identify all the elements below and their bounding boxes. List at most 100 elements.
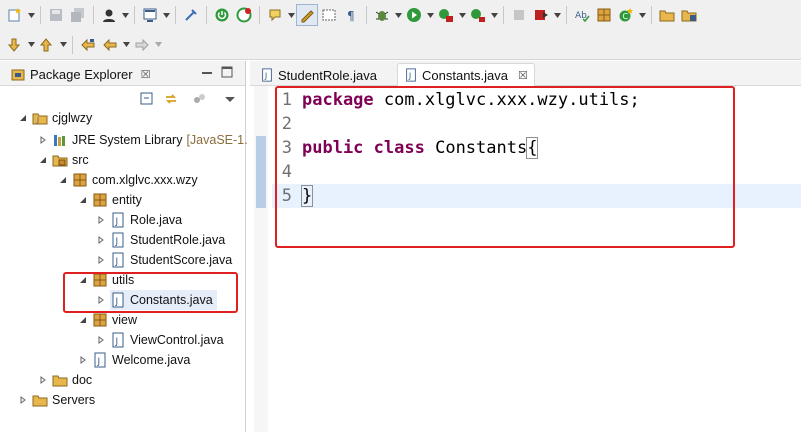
new-class-icon[interactable]: C <box>615 4 637 26</box>
toolbar-separator <box>651 6 652 24</box>
tree-item-view[interactable]: view <box>77 310 137 330</box>
new-wizard-icon[interactable] <box>4 4 26 26</box>
main-toolbar: ¶ Ab C <box>0 0 801 30</box>
tree-item-project[interactable]: J cjglwzy <box>17 108 92 128</box>
chevron-down-icon[interactable] <box>425 4 435 26</box>
chevron-down-icon[interactable] <box>58 34 68 56</box>
collapsed-arrow-icon[interactable] <box>77 354 89 366</box>
tab-constants-java[interactable]: J Constants.java ☒ <box>397 63 535 87</box>
expanded-arrow-icon[interactable] <box>77 314 89 326</box>
chevron-down-icon[interactable] <box>393 4 403 26</box>
chevron-down-icon[interactable] <box>120 4 130 26</box>
tree-item-role-java[interactable]: J Role.java <box>95 210 182 230</box>
chevron-down-icon[interactable] <box>637 4 647 26</box>
expanded-arrow-icon[interactable] <box>37 154 49 166</box>
chevron-down-icon[interactable] <box>161 4 171 26</box>
code-editor[interactable]: 1 2 3 4 5 package com.xlglvc.xxx.wzy.uti… <box>250 86 801 432</box>
collapsed-arrow-icon[interactable] <box>95 234 107 246</box>
java-file-icon: J <box>110 212 126 228</box>
perspective-icon[interactable] <box>98 4 120 26</box>
save-all-icon[interactable] <box>67 4 89 26</box>
run-ext-icon[interactable] <box>211 4 233 26</box>
view-menu-icon[interactable] <box>222 91 238 107</box>
last-edit-icon[interactable] <box>77 34 99 56</box>
chevron-down-icon[interactable] <box>26 4 36 26</box>
refresh-badge-icon[interactable] <box>233 4 255 26</box>
collapsed-arrow-icon[interactable] <box>37 374 49 386</box>
package-explorer-tabbar: Package Explorer ☒ <box>0 61 245 86</box>
package-icon <box>92 192 108 208</box>
expanded-arrow-icon[interactable] <box>77 194 89 206</box>
back-icon[interactable] <box>99 34 121 56</box>
view-options-icon[interactable] <box>192 91 208 107</box>
package-explorer-title: Package Explorer <box>30 67 133 82</box>
tree-item-label: StudentRole.java <box>130 233 226 247</box>
prev-annotation-icon[interactable] <box>36 34 58 56</box>
debug-icon[interactable] <box>371 4 393 26</box>
highlight-box <box>63 272 238 313</box>
run-last-icon[interactable] <box>530 4 552 26</box>
chevron-down-icon[interactable] <box>489 4 499 26</box>
tree-item-jre[interactable]: JRE System Library [JavaSE-1. <box>37 130 248 150</box>
chevron-down-icon[interactable] <box>26 34 36 56</box>
pin-icon[interactable] <box>180 4 202 26</box>
chevron-down-icon[interactable] <box>457 4 467 26</box>
collapsed-arrow-icon[interactable] <box>95 254 107 266</box>
tree-item-studentscore-java[interactable]: J StudentScore.java <box>95 250 232 270</box>
collapse-all-icon[interactable] <box>139 91 155 107</box>
highlight-box <box>275 86 735 248</box>
package-icon <box>72 172 88 188</box>
java-file-icon: J <box>110 332 126 348</box>
tree-item-package-root[interactable]: com.xlglvc.xxx.wzy <box>57 170 198 190</box>
collapsed-arrow-icon[interactable] <box>95 214 107 226</box>
tree-item-studentrole-java[interactable]: J StudentRole.java <box>95 230 225 250</box>
external-tools-icon[interactable] <box>467 4 489 26</box>
source-folder-icon <box>52 152 68 168</box>
package-icon[interactable] <box>593 4 615 26</box>
tree-item-entity[interactable]: entity <box>77 190 142 210</box>
ruler-highlight <box>256 136 266 208</box>
tree-item-src[interactable]: src <box>37 150 89 170</box>
coverage-icon[interactable] <box>435 4 457 26</box>
console-icon[interactable] <box>139 4 161 26</box>
folder-icon <box>32 392 48 408</box>
forward-icon[interactable] <box>131 34 153 56</box>
chevron-down-icon[interactable] <box>121 34 131 56</box>
open-folder-icon[interactable] <box>656 4 678 26</box>
run-icon[interactable] <box>403 4 425 26</box>
stop-icon[interactable] <box>508 4 530 26</box>
tree-item-doc[interactable]: doc <box>37 370 92 390</box>
close-icon[interactable]: ☒ <box>518 69 528 82</box>
close-icon[interactable]: ☒ <box>141 68 151 81</box>
package-explorer-icon <box>11 69 25 80</box>
tree-item-servers[interactable]: Servers <box>17 390 95 410</box>
tree-item-viewcontrol-java[interactable]: J ViewControl.java <box>95 330 224 350</box>
mark-occurrences-icon[interactable] <box>296 4 318 26</box>
chevron-down-icon[interactable] <box>552 4 562 26</box>
toolbar-separator <box>93 6 94 24</box>
collapsed-arrow-icon[interactable] <box>95 334 107 346</box>
maximize-icon[interactable] <box>221 66 233 78</box>
collapsed-arrow-icon[interactable] <box>37 134 49 146</box>
collapsed-arrow-icon[interactable] <box>17 394 29 406</box>
tree-item-welcome-java[interactable]: J Welcome.java <box>77 350 190 370</box>
tab-studentrole-java[interactable]: J StudentRole.java <box>254 63 383 87</box>
editor-tabbar: J StudentRole.java J Constants.java ☒ <box>250 61 801 87</box>
open-type-icon[interactable] <box>678 4 700 26</box>
chevron-down-icon[interactable] <box>286 4 296 26</box>
link-with-editor-icon[interactable] <box>163 91 179 107</box>
chevron-down-icon[interactable] <box>153 34 163 56</box>
minimize-icon[interactable] <box>201 66 213 78</box>
spell-icon[interactable]: Ab <box>571 4 593 26</box>
save-icon[interactable] <box>45 4 67 26</box>
show-whitespace-icon[interactable]: ¶ <box>340 4 362 26</box>
expanded-arrow-icon[interactable] <box>57 174 69 186</box>
svg-text:J: J <box>36 116 39 124</box>
package-explorer-tab[interactable]: Package Explorer ☒ <box>10 63 151 86</box>
block-selection-icon[interactable] <box>318 4 340 26</box>
svg-text:J: J <box>408 72 411 81</box>
expanded-arrow-icon[interactable] <box>17 112 29 124</box>
annotation-icon[interactable] <box>264 4 286 26</box>
next-annotation-icon[interactable] <box>4 34 26 56</box>
toolbar-separator <box>40 6 41 24</box>
